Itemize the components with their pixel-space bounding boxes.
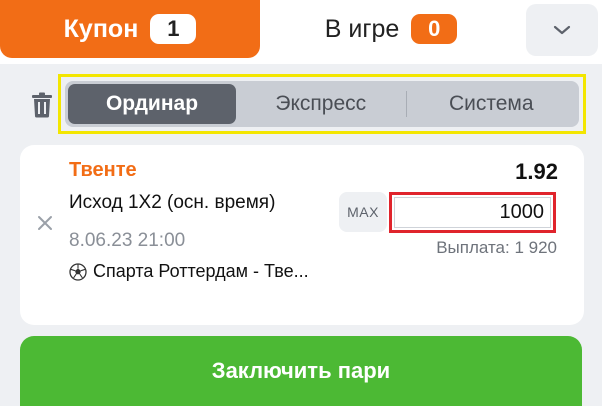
tab-in-game[interactable]: В игре 0	[262, 0, 520, 58]
tab-in-game-count-badge: 0	[411, 14, 458, 44]
chevron-down-icon	[553, 25, 571, 35]
trash-icon	[32, 92, 52, 118]
close-icon	[38, 216, 52, 230]
coupon-header: Купон 1 В игре 0	[0, 0, 602, 64]
odds-value: 1.92	[515, 159, 558, 184]
max-stake-button[interactable]: MAX	[339, 192, 387, 232]
soccer-ball-icon	[69, 262, 87, 281]
bet-type-system[interactable]: Система	[407, 84, 577, 124]
tab-coupon[interactable]: Купон 1	[0, 0, 260, 58]
collapse-coupon-button[interactable]	[526, 4, 598, 56]
event-match: Спарта Роттердам - Тве...	[69, 261, 309, 282]
stake-input-highlight	[389, 192, 556, 233]
place-bet-button[interactable]: Заключить пари	[20, 336, 582, 406]
event-match-label: Спарта Роттердам - Тве...	[93, 261, 309, 281]
bet-type-selector: Ординар Экспресс Система	[65, 81, 579, 127]
tab-coupon-label: Купон	[63, 14, 139, 43]
bet-type-single[interactable]: Ординар	[68, 84, 236, 124]
bet-type-selector-highlight: Ординар Экспресс Система	[58, 74, 586, 134]
tab-coupon-count-badge: 1	[150, 14, 197, 44]
bet-type-accumulator[interactable]: Экспресс	[236, 84, 406, 124]
tab-in-game-label: В игре	[324, 14, 400, 43]
payout-amount: Выплата: 1 920	[436, 238, 557, 257]
selected-outcome-team: Твенте	[69, 159, 137, 181]
market-name: Исход 1Х2 (осн. время)	[69, 192, 276, 213]
stake-input[interactable]	[394, 197, 551, 228]
event-datetime: 8.06.23 21:00	[69, 230, 186, 251]
remove-bet-button[interactable]	[35, 213, 55, 233]
bet-card: Твенте 1.92 Исход 1Х2 (осн. время) 8.06.…	[20, 145, 584, 325]
clear-coupon-button[interactable]	[28, 90, 56, 120]
